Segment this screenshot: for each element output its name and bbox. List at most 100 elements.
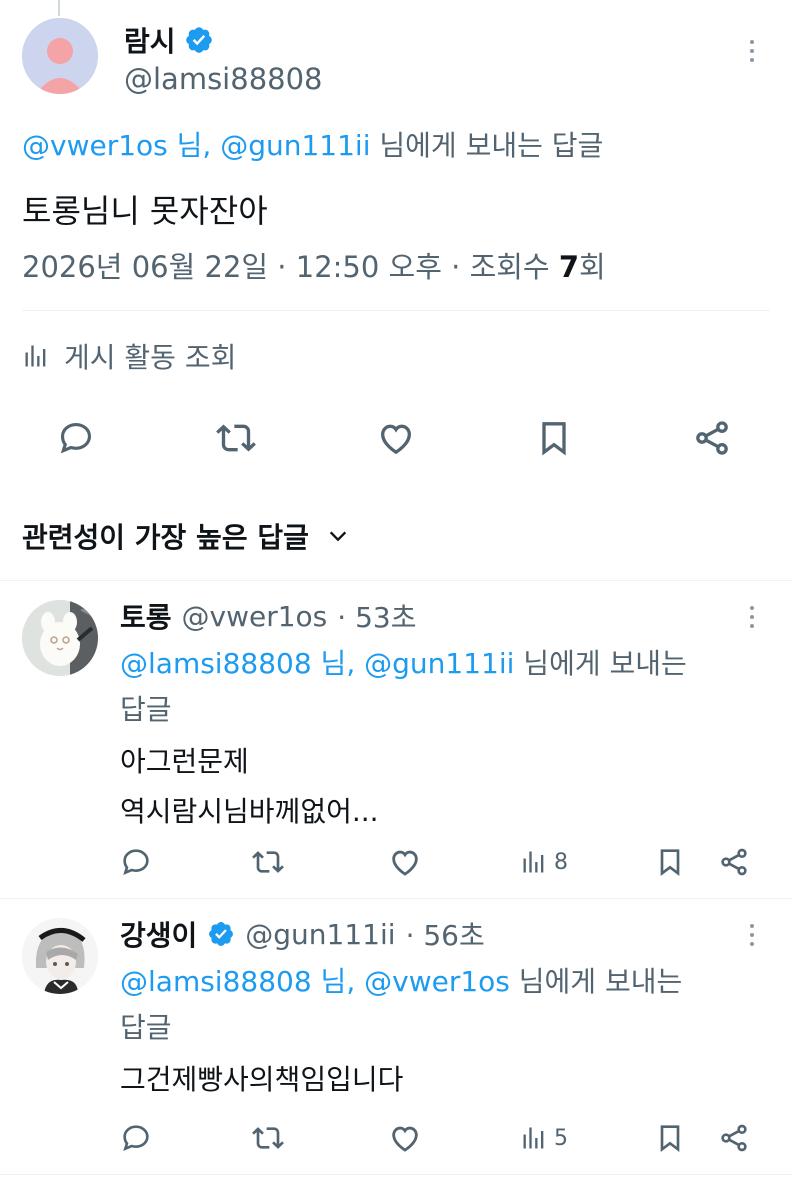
sort-label: 관련성이 가장 높은 답글 <box>22 521 309 554</box>
replying-to-suffix: 님에게 보내는 답글 <box>370 129 604 162</box>
reply-actions: 8 <box>0 844 792 884</box>
reply-text-line: 역시람시님바께없어... <box>120 795 379 828</box>
avatar[interactable] <box>22 600 98 676</box>
views-button[interactable]: 8 <box>520 844 568 880</box>
bookmark-icon <box>660 849 680 876</box>
mention-link[interactable]: @lamsi88808 <box>120 965 312 998</box>
chevron-down-icon <box>329 531 347 542</box>
more-icon[interactable] <box>748 924 756 946</box>
replying-to-line: @lamsi88808 님, @vwer1os 님에게 보내는 <box>120 960 682 1000</box>
author-name-row[interactable]: 람시 <box>124 20 214 60</box>
retweet-icon <box>252 1127 284 1149</box>
divider <box>22 310 770 311</box>
replying-to-suffix: 님에게 보내는 <box>509 965 683 998</box>
avatar[interactable] <box>22 918 98 994</box>
retweet-button[interactable] <box>216 418 256 458</box>
mention-link[interactable]: @gun111ii <box>220 129 370 162</box>
reply-author-handle[interactable]: @gun111ii <box>245 918 395 951</box>
reply-time[interactable]: · 56초 <box>406 914 485 954</box>
share-icon <box>721 848 747 876</box>
mention-link[interactable]: @vwer1os <box>364 965 510 998</box>
like-icon <box>392 1126 418 1152</box>
reply-tweet[interactable]: 강생이 @gun111ii · 56초 @lamsi88808 님, @vwer… <box>0 898 792 1174</box>
reply-text-line: 그건제빵사의책임입니다 <box>120 1063 404 1096</box>
reply-button[interactable] <box>56 418 96 458</box>
post-date[interactable]: 2026년 06월 22일 <box>22 250 268 284</box>
avatar-image <box>22 600 98 676</box>
like-button[interactable] <box>376 418 416 458</box>
activity-label: 게시 활동 조회 <box>64 341 237 374</box>
reply-header: 토롱 @vwer1os · 53초 <box>120 596 416 636</box>
view-count: 5 <box>554 1125 568 1151</box>
bookmark-icon <box>542 422 566 456</box>
more-icon[interactable] <box>748 606 756 628</box>
mention-separator: 님, <box>167 129 221 162</box>
replying-to-line: @lamsi88808 님, @gun111ii 님에게 보내는 <box>120 642 687 682</box>
post-time[interactable]: 12:50 오후 <box>296 250 442 284</box>
more-icon[interactable] <box>748 40 756 62</box>
reply-time[interactable]: · 53초 <box>337 596 416 636</box>
post-meta: 2026년 06월 22일 · 12:50 오후 · 조회수 7회 <box>22 244 606 286</box>
replying-to-suffix-cont: 답글 <box>120 693 172 726</box>
like-icon <box>392 850 418 876</box>
reply-actions: 5 <box>0 1120 792 1160</box>
verified-badge-icon <box>185 27 212 53</box>
share-button[interactable] <box>718 1120 750 1156</box>
reply-tweet[interactable]: 토롱 @vwer1os · 53초 @lamsi88808 님, @gun111… <box>0 580 792 896</box>
meta-separator: · <box>268 250 296 284</box>
bookmark-button[interactable] <box>654 1120 686 1156</box>
share-button[interactable] <box>718 844 750 880</box>
reply-icon <box>123 849 149 875</box>
mention-link[interactable]: @lamsi88808 <box>120 647 312 680</box>
chart-bars-icon <box>523 851 544 873</box>
mention-separator: 님, <box>311 965 365 998</box>
chart-bars-icon <box>25 345 46 367</box>
views-unit: 회 <box>579 250 606 284</box>
replying-to-suffix-cont: 답글 <box>120 1011 172 1044</box>
bookmark-icon <box>660 1125 680 1152</box>
reply-author-name[interactable]: 강생이 <box>120 914 197 954</box>
thread-connector <box>58 0 60 16</box>
view-count: 8 <box>554 849 568 875</box>
views-count: 7 <box>558 250 580 284</box>
share-icon <box>696 421 728 455</box>
retweet-button[interactable] <box>252 844 284 880</box>
reply-icon <box>123 1125 149 1151</box>
meta-separator: · <box>441 250 470 284</box>
chart-bars-icon <box>523 1127 544 1149</box>
share-button[interactable] <box>692 418 732 458</box>
replying-to-line: @vwer1os 님, @gun111ii 님에게 보내는 답글 <box>22 124 603 164</box>
post-actions <box>0 418 792 468</box>
views-button[interactable]: 5 <box>520 1120 568 1156</box>
verified-badge-icon <box>209 922 234 946</box>
reply-button[interactable] <box>120 844 152 880</box>
reply-author-handle[interactable]: @vwer1os <box>182 600 328 633</box>
retweet-icon <box>216 424 256 452</box>
retweet-icon <box>252 851 284 873</box>
mention-link[interactable]: @gun111ii <box>364 647 514 680</box>
views-label: 조회수 <box>469 250 559 284</box>
reply-author-name[interactable]: 토롱 <box>120 596 172 636</box>
share-icon <box>721 1124 747 1152</box>
avatar[interactable] <box>22 18 98 94</box>
mention-link[interactable]: @vwer1os <box>22 129 168 162</box>
avatar-image <box>22 918 98 994</box>
divider <box>0 1174 792 1175</box>
author-display-name[interactable]: 람시 <box>124 20 176 60</box>
mention-separator: 님, <box>311 647 365 680</box>
replying-to-suffix: 님에게 보내는 <box>514 647 687 680</box>
reply-text-line: 아그런문제 <box>120 745 249 778</box>
bookmark-button[interactable] <box>534 418 574 458</box>
reply-header: 강생이 @gun111ii · 56초 <box>120 914 485 954</box>
bookmark-button[interactable] <box>654 844 686 880</box>
reply-button[interactable] <box>120 1120 152 1156</box>
default-avatar-icon <box>22 18 98 94</box>
like-button[interactable] <box>388 844 422 880</box>
author-handle[interactable]: @lamsi88808 <box>124 62 323 96</box>
post-text: 토롱님니 못자잔아 <box>22 192 268 230</box>
reply-sort-selector[interactable]: 관련성이 가장 높은 답글 <box>22 516 349 556</box>
post-activity-link[interactable]: 게시 활동 조회 <box>22 336 236 376</box>
like-button[interactable] <box>388 1120 422 1156</box>
like-icon <box>380 424 412 455</box>
retweet-button[interactable] <box>252 1120 284 1156</box>
